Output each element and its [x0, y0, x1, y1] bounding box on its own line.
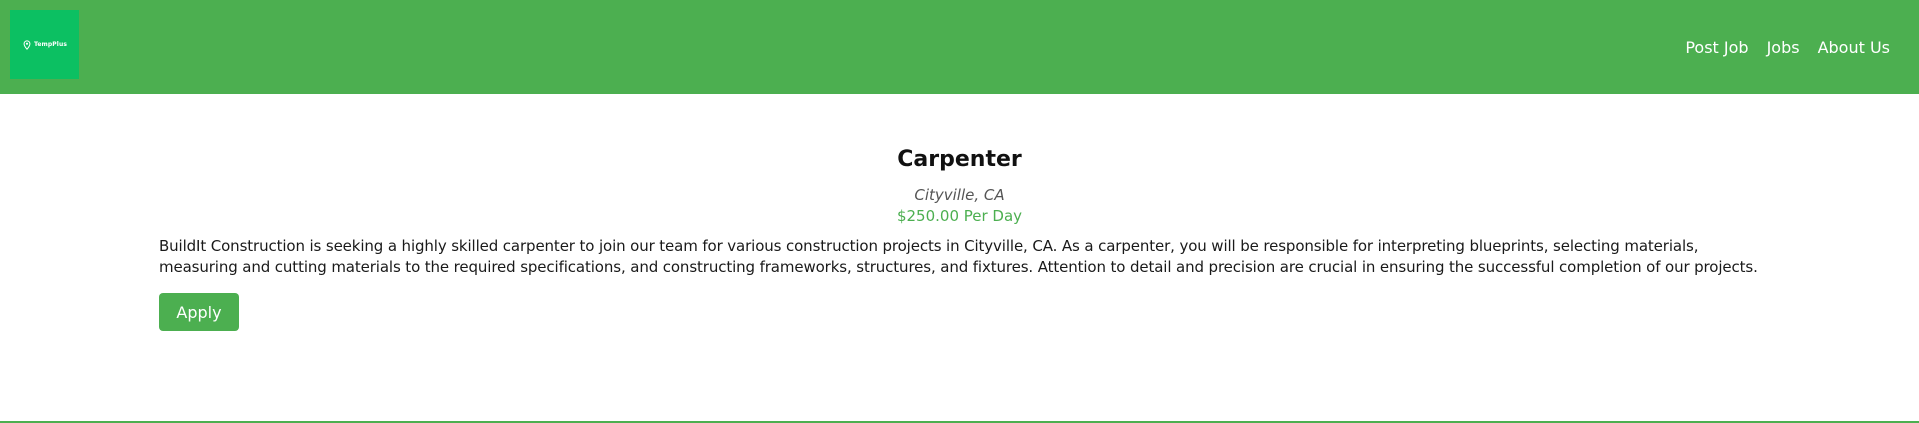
- site-logo[interactable]: TempPlus: [10, 10, 79, 79]
- apply-button[interactable]: Apply: [159, 293, 239, 331]
- job-title: Carpenter: [897, 147, 1022, 172]
- job-detail: Carpenter Cityville, CA $250.00 Per Day …: [159, 94, 1760, 331]
- nav-link-jobs[interactable]: Jobs: [1767, 37, 1800, 59]
- job-description: BuildIt Construction is seeking a highly…: [159, 237, 1758, 276]
- logo-content: TempPlus: [22, 39, 67, 50]
- job-location: Cityville, CA: [914, 186, 1005, 204]
- logo-text: TempPlus: [33, 41, 67, 48]
- job-pay: $250.00 Per Day: [896, 207, 1023, 225]
- site-header: TempPlus Post Job Jobs About Us: [0, 0, 1919, 94]
- map-pin-icon: [23, 39, 31, 50]
- nav-link-about-us[interactable]: About Us: [1818, 37, 1890, 59]
- main-nav: Post Job Jobs About Us: [1667, 37, 1890, 59]
- nav-link-post-job[interactable]: Post Job: [1685, 37, 1748, 59]
